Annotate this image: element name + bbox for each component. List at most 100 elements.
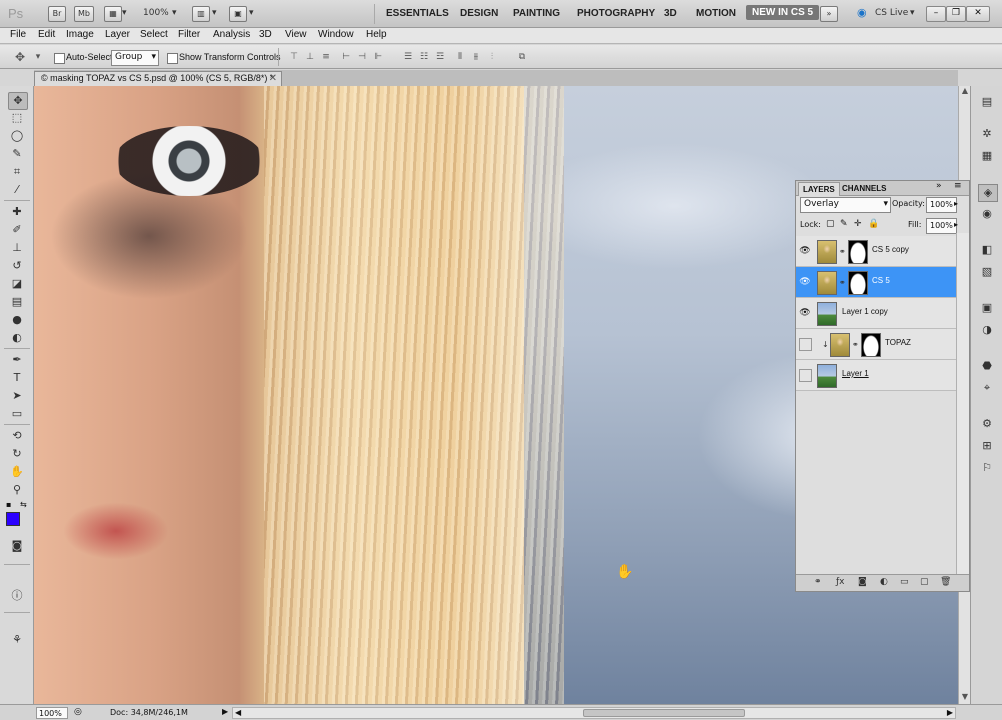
lock-transparent-icon[interactable]: ▢ <box>826 219 835 229</box>
quick-mask-icon[interactable]: ◙ <box>8 538 26 554</box>
hand-tool-icon[interactable]: ✋ <box>8 464 26 480</box>
close-button[interactable]: ✕ <box>966 6 990 22</box>
auto-align-layers-icon[interactable]: ⧉ <box>516 51 528 63</box>
brush-panel-icon[interactable]: ⚙ <box>978 416 996 432</box>
move-tool-icon[interactable]: ✥ <box>8 92 28 110</box>
scroll-right-icon[interactable]: ▶ <box>947 708 953 717</box>
zoom-level-dropdown[interactable]: 100% <box>143 8 169 18</box>
lasso-tool-icon[interactable]: ◯ <box>8 128 26 144</box>
launch-minibridge-button[interactable]: Mb <box>74 6 94 22</box>
eraser-tool-icon[interactable]: ◪ <box>8 276 26 292</box>
mini-bridge-panel-icon[interactable]: ▤ <box>978 94 996 110</box>
menu-file[interactable]: File <box>10 29 26 40</box>
history-brush-tool-icon[interactable]: ↺ <box>8 258 26 274</box>
workspace-design[interactable]: DESIGN <box>460 8 498 19</box>
blend-mode-dropdown[interactable]: Overlay ▾ <box>800 197 891 213</box>
layer-row[interactable]: 👁 ⚭ CS 5 <box>796 267 956 298</box>
3d-panel-icon[interactable]: ⬣ <box>978 358 996 374</box>
screen-mode-chevron-icon[interactable]: ▾ <box>249 8 254 18</box>
distribute-left-icon[interactable]: ⫴ <box>454 51 466 63</box>
close-tab-icon[interactable]: ✕ <box>269 72 277 85</box>
minimize-button[interactable]: – <box>926 6 946 22</box>
distribute-hcenter-icon[interactable]: ⫵ <box>470 51 482 63</box>
document-tab[interactable]: © masking TOPAZ vs CS 5.psd @ 100% (CS 5… <box>34 71 282 86</box>
show-transform-checkbox[interactable] <box>167 53 178 64</box>
link-layers-icon[interactable]: ⚭ <box>814 577 822 587</box>
menu-edit[interactable]: Edit <box>38 29 55 40</box>
layer-mask-thumbnail[interactable] <box>848 240 868 264</box>
info-panel-icon[interactable]: ⓘ <box>8 588 26 604</box>
distribute-right-icon[interactable]: ⫶ <box>486 51 498 63</box>
chevron-down-icon[interactable]: ▾ <box>122 8 127 18</box>
layer-row[interactable]: ↓ ⚭ TOPAZ <box>796 329 956 360</box>
mask-link-icon[interactable]: ⚭ <box>839 278 846 287</box>
clone-stamp-tool-icon[interactable]: ⊥ <box>8 240 26 256</box>
align-left-icon[interactable]: ⊢ <box>340 51 352 63</box>
actions-panel-icon[interactable]: ⚐ <box>978 460 996 476</box>
menu-3d[interactable]: 3D <box>259 29 272 40</box>
distribute-vcenter-icon[interactable]: ☷ <box>418 51 430 63</box>
distribute-bottom-icon[interactable]: ☲ <box>434 51 446 63</box>
swap-colors-icon[interactable]: ⇆ <box>20 500 27 509</box>
menu-analysis[interactable]: Analysis <box>213 29 250 40</box>
layer-thumbnail[interactable] <box>830 333 850 357</box>
layers-scrollbar[interactable] <box>956 233 969 576</box>
eyedropper-tool-icon[interactable]: ⁄ <box>8 182 26 198</box>
3d-rotate-tool-icon[interactable]: ⟲ <box>8 428 26 444</box>
add-mask-icon[interactable]: ◙ <box>858 577 867 587</box>
align-vcenter-icon[interactable]: ⊥ <box>304 51 316 63</box>
visibility-toggle[interactable] <box>799 338 812 351</box>
cs-live-chevron-icon[interactable]: ▾ <box>910 8 915 18</box>
status-menu-icon[interactable]: ▶ <box>222 707 228 716</box>
zoom-tool-icon[interactable]: ⚲ <box>8 482 26 498</box>
clone-source-panel-icon[interactable]: ⊞ <box>978 438 996 454</box>
dodge-tool-icon[interactable]: ◐ <box>8 330 26 346</box>
layer-name[interactable]: TOPAZ <box>885 338 911 347</box>
swatches-panel-icon[interactable]: ◑ <box>978 322 996 338</box>
layer-thumbnail[interactable] <box>817 240 837 264</box>
gradient-tool-icon[interactable]: ▤ <box>8 294 26 310</box>
menu-filter[interactable]: Filter <box>178 29 200 40</box>
type-tool-icon[interactable]: T <box>8 370 26 386</box>
crop-tool-icon[interactable]: ⌗ <box>8 164 26 180</box>
menu-layer[interactable]: Layer <box>105 29 130 40</box>
healing-brush-tool-icon[interactable]: ✚ <box>8 204 26 220</box>
menu-view[interactable]: View <box>285 29 307 40</box>
paths-panel-icon[interactable]: ⌖ <box>978 380 996 396</box>
menu-window[interactable]: Window <box>318 29 354 40</box>
mask-link-icon[interactable]: ⚭ <box>852 340 859 349</box>
pen-tool-icon[interactable]: ✒ <box>8 352 26 368</box>
layer-thumbnail[interactable] <box>817 271 837 295</box>
align-top-icon[interactable]: ⊤ <box>288 51 300 63</box>
visibility-eye-icon[interactable]: 👁 <box>799 245 811 257</box>
channels-panel-icon[interactable]: ◉ <box>978 206 996 222</box>
adjustment-layer-icon[interactable]: ◐ <box>880 577 888 587</box>
horizontal-scroll-thumb[interactable] <box>583 709 745 717</box>
scroll-left-icon[interactable]: ◀ <box>235 708 241 717</box>
visibility-eye-icon[interactable]: 👁 <box>799 276 811 288</box>
collapse-panel-icon[interactable]: » <box>936 181 942 191</box>
blur-tool-icon[interactable]: ● <box>8 312 26 328</box>
histogram-panel-icon[interactable]: ▦ <box>978 148 996 164</box>
brush-tool-icon[interactable]: ✐ <box>8 222 26 238</box>
menu-select[interactable]: Select <box>140 29 168 40</box>
tab-channels[interactable]: CHANNELS <box>838 182 890 195</box>
workspace-new-in-cs5[interactable]: NEW IN CS 5 <box>746 5 820 20</box>
visibility-toggle[interactable] <box>799 369 812 382</box>
align-hcenter-icon[interactable]: ⊣ <box>356 51 368 63</box>
align-right-icon[interactable]: ⊩ <box>372 51 384 63</box>
layer-mask-thumbnail[interactable] <box>848 271 868 295</box>
auto-select-checkbox[interactable] <box>54 53 65 64</box>
adjustments-panel-icon[interactable]: ◧ <box>978 242 996 258</box>
workspace-motion[interactable]: MOTION <box>696 8 736 19</box>
new-group-icon[interactable]: ▭ <box>900 577 909 587</box>
foreground-color-swatch[interactable] <box>6 512 20 526</box>
quick-selection-tool-icon[interactable]: ✎ <box>8 146 26 162</box>
layer-mask-thumbnail[interactable] <box>861 333 881 357</box>
horizontal-scrollbar[interactable]: ◀ ▶ <box>232 707 956 719</box>
status-zoom-field[interactable]: 100% <box>36 707 68 719</box>
default-colors-icon[interactable]: ▪ <box>6 500 11 509</box>
maximize-button[interactable]: ❐ <box>946 6 966 22</box>
cs-live-button[interactable]: CS Live <box>875 8 908 18</box>
lock-position-icon[interactable]: ✛ <box>854 219 862 229</box>
